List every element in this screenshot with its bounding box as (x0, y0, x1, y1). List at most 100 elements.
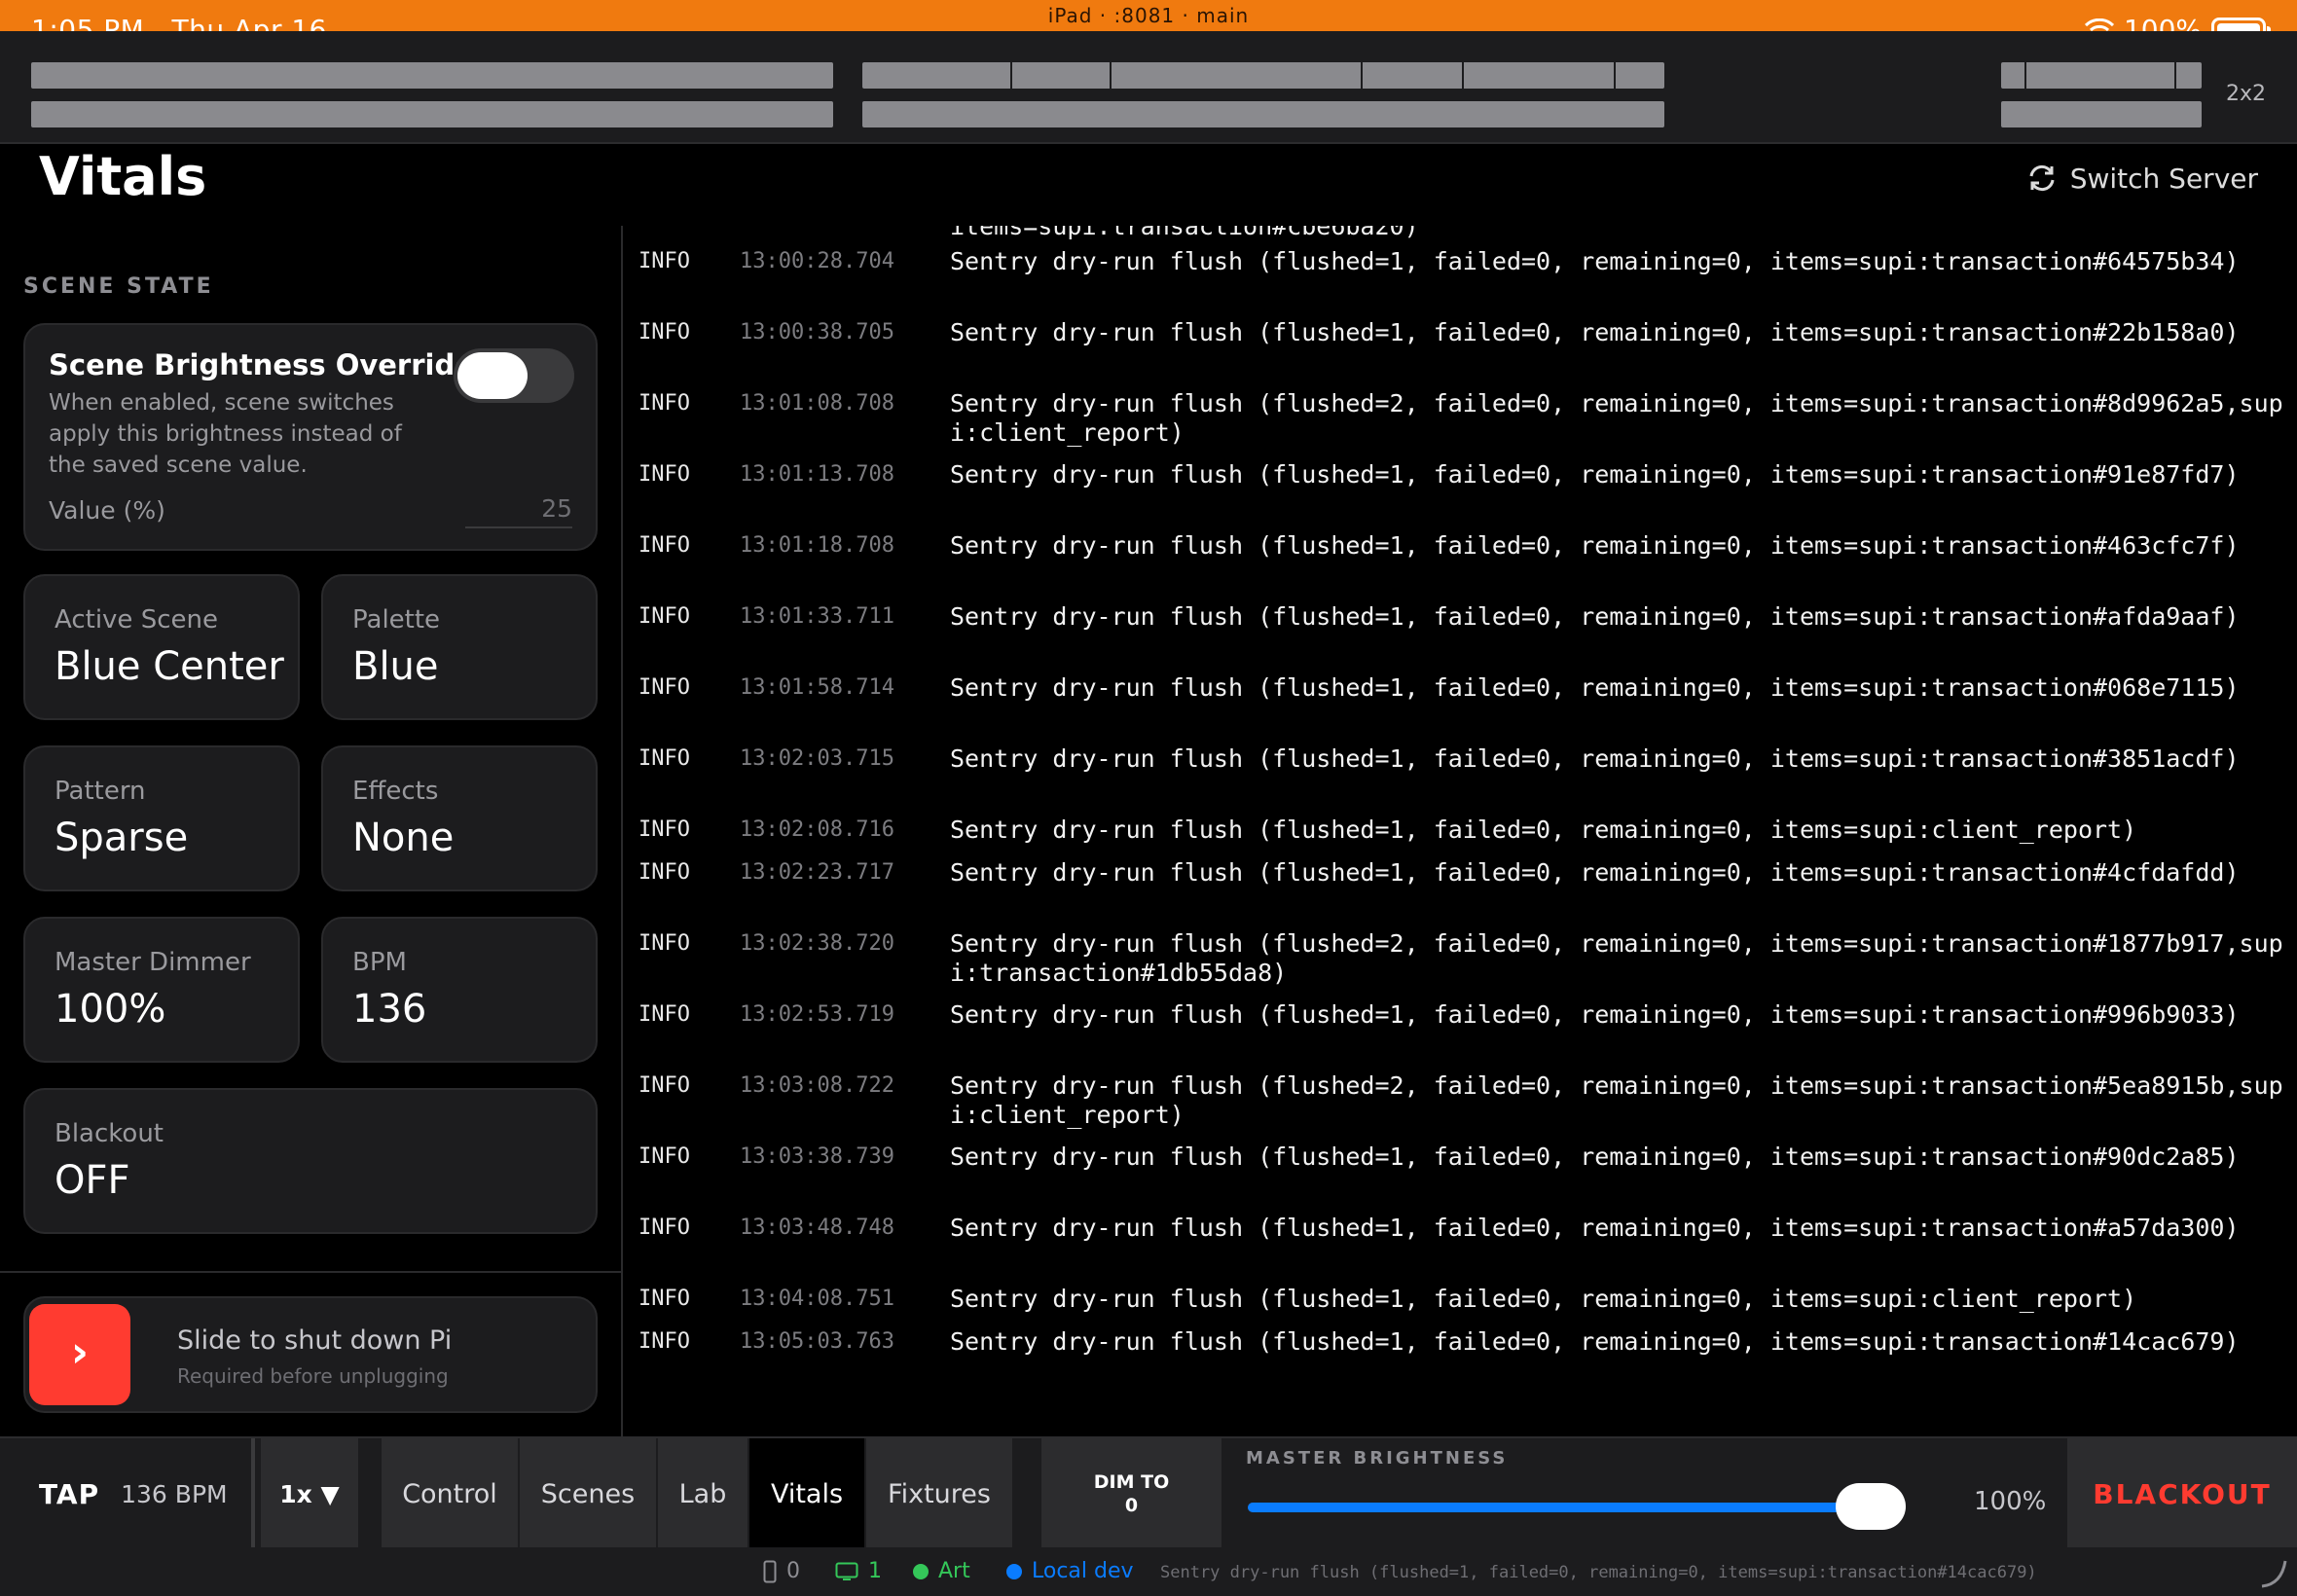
tap-bpm: 136 BPM (121, 1479, 228, 1508)
fixture-bar (862, 101, 1664, 127)
log-timestamp: 13:02:38.720 (740, 931, 894, 956)
stat-label: Palette (352, 605, 441, 635)
stat-label: BPM (352, 948, 407, 977)
master-brightness-value: 100% (1974, 1487, 2047, 1516)
master-brightness-label: MASTER BRIGHTNESS (1246, 1448, 1509, 1469)
stat-label: Master Dimmer (55, 948, 251, 977)
log-view[interactable]: items=supi:transaction#cbe6ba20) INFO 13:… (623, 226, 2297, 1436)
environment-status[interactable]: Local dev (1006, 1559, 1134, 1583)
log-message: Sentry dry-run flush (flushed=1, failed=… (950, 1143, 2240, 1171)
stat-card-palette: Palette Blue (321, 574, 598, 720)
phone-count: 0 (763, 1559, 800, 1583)
stat-value: Blue Center (55, 644, 284, 689)
stat-card-effects: Effects None (321, 745, 598, 891)
scene-state-panel: SCENE STATE Scene Brightness Override Wh… (0, 224, 621, 1436)
tab-lab[interactable]: Lab (658, 1438, 749, 1549)
log-level: INFO (638, 860, 690, 885)
log-message: Sentry dry-run flush (flushed=1, failed=… (950, 1000, 2240, 1029)
status-bar: iPad · :8081 · main (0, 0, 2297, 31)
log-timestamp: 13:01:08.708 (740, 391, 894, 416)
resize-handle-icon[interactable] (2258, 1557, 2289, 1588)
switch-server-button[interactable]: Switch Server (2025, 162, 2258, 195)
fixture-bar (862, 62, 1664, 89)
log-message: Sentry dry-run flush (flushed=1, failed=… (950, 602, 2240, 631)
log-message: Sentry dry-run flush (flushed=1, failed=… (950, 1214, 2240, 1242)
log-level: INFO (638, 391, 690, 416)
fixture-bar (2001, 101, 2202, 127)
stat-card-master-dimmer: Master Dimmer 100% (23, 917, 300, 1063)
shutdown-subtitle: Required before unplugging (177, 1364, 449, 1388)
footer-status: 0 1 Art Local dev Sentry dry-run flush (… (0, 1547, 2297, 1596)
tap-tempo-button[interactable]: TAP 136 BPM (0, 1438, 255, 1549)
shutdown-title: Slide to shut down Pi (177, 1325, 453, 1356)
fixture-bar (31, 62, 833, 89)
log-level: INFO (638, 1144, 690, 1169)
stat-label: Blackout (55, 1119, 164, 1148)
log-level: INFO (638, 249, 690, 273)
stat-value: Sparse (55, 816, 189, 860)
log-timestamp: 13:01:18.708 (740, 533, 894, 558)
value-label: Value (%) (49, 496, 165, 525)
log-message: Sentry dry-run flush (flushed=1, failed=… (950, 318, 2240, 346)
screen-icon (835, 1562, 858, 1580)
phone-icon (763, 1560, 777, 1582)
stat-card-blackout: Blackout OFF (23, 1088, 598, 1234)
override-toggle[interactable] (454, 348, 574, 403)
log-level: INFO (638, 931, 690, 956)
log-message: Sentry dry-run flush (flushed=2, failed=… (950, 1071, 2283, 1129)
grid-size-label[interactable]: 2x2 (2226, 82, 2266, 106)
stat-label: Effects (352, 777, 439, 806)
log-timestamp: 13:02:23.717 (740, 860, 894, 885)
tempo-multiplier-dropdown[interactable]: 1x ▼ (261, 1438, 358, 1549)
status-dot-icon (1006, 1563, 1022, 1579)
section-label: SCENE STATE (23, 274, 214, 299)
stat-label: Pattern (55, 777, 146, 806)
override-title: Scene Brightness Override (49, 348, 474, 381)
slider-thumb[interactable] (1836, 1483, 1906, 1530)
stat-label: Active Scene (55, 605, 218, 635)
override-value-input[interactable]: 25 (465, 494, 572, 528)
log-level: INFO (638, 462, 690, 487)
stat-value: 136 (352, 987, 427, 1032)
chevron-right-icon[interactable]: › (29, 1304, 130, 1405)
divider (0, 1271, 621, 1273)
dim-to-label: DIM TO (1093, 1471, 1170, 1493)
tab-scenes[interactable]: Scenes (520, 1438, 658, 1549)
stat-card-active-scene: Active Scene Blue Center (23, 574, 300, 720)
fixture-preview[interactable]: 2x2 (0, 31, 2297, 144)
log-timestamp: 13:05:03.763 (740, 1329, 894, 1354)
log-level: INFO (638, 1073, 690, 1098)
log-message: Sentry dry-run flush (flushed=1, failed=… (950, 858, 2240, 887)
log-level: INFO (638, 1329, 690, 1354)
tab-vitals[interactable]: Vitals (749, 1438, 866, 1549)
master-brightness-slider[interactable] (1248, 1483, 1906, 1530)
log-level: INFO (638, 604, 690, 629)
tab-control[interactable]: Control (382, 1438, 520, 1549)
log-level: INFO (638, 1002, 690, 1027)
blackout-button[interactable]: BLACKOUT (2067, 1438, 2297, 1549)
tab-fixtures[interactable]: Fixtures (866, 1438, 1014, 1549)
log-timestamp: 13:01:13.708 (740, 462, 894, 487)
log-message: Sentry dry-run flush (flushed=1, failed=… (950, 1285, 2137, 1313)
log-message: Sentry dry-run flush (flushed=1, failed=… (950, 816, 2137, 844)
dim-to-button[interactable]: DIM TO 0 (1041, 1438, 1221, 1549)
log-timestamp: 13:02:53.719 (740, 1002, 894, 1027)
log-timestamp: 13:00:28.704 (740, 249, 894, 273)
log-timestamp: 13:03:48.748 (740, 1215, 894, 1240)
status-dot-icon (913, 1563, 929, 1579)
log-message: Sentry dry-run flush (flushed=1, failed=… (950, 531, 2240, 560)
bottom-bar: TAP 136 BPM 1x ▼ Control Scenes Lab Vita… (0, 1436, 2297, 1549)
screen-count: 1 (835, 1559, 882, 1583)
dim-to-value: 0 (1124, 1495, 1139, 1516)
toggle-knob (457, 352, 528, 399)
log-timestamp: 13:02:08.716 (740, 817, 894, 842)
stat-value: 100% (55, 987, 166, 1032)
log-timestamp: 13:02:03.715 (740, 746, 894, 771)
log-message: Sentry dry-run flush (flushed=1, failed=… (950, 247, 2240, 275)
log-message: Sentry dry-run flush (flushed=2, failed=… (950, 929, 2283, 987)
log-level: INFO (638, 1215, 690, 1240)
log-timestamp: 13:00:38.705 (740, 320, 894, 345)
log-level: INFO (638, 746, 690, 771)
shutdown-slider[interactable]: › Slide to shut down Pi Required before … (23, 1296, 598, 1413)
last-log-line: Sentry dry-run flush (flushed=1, failed=… (1160, 1563, 2037, 1582)
